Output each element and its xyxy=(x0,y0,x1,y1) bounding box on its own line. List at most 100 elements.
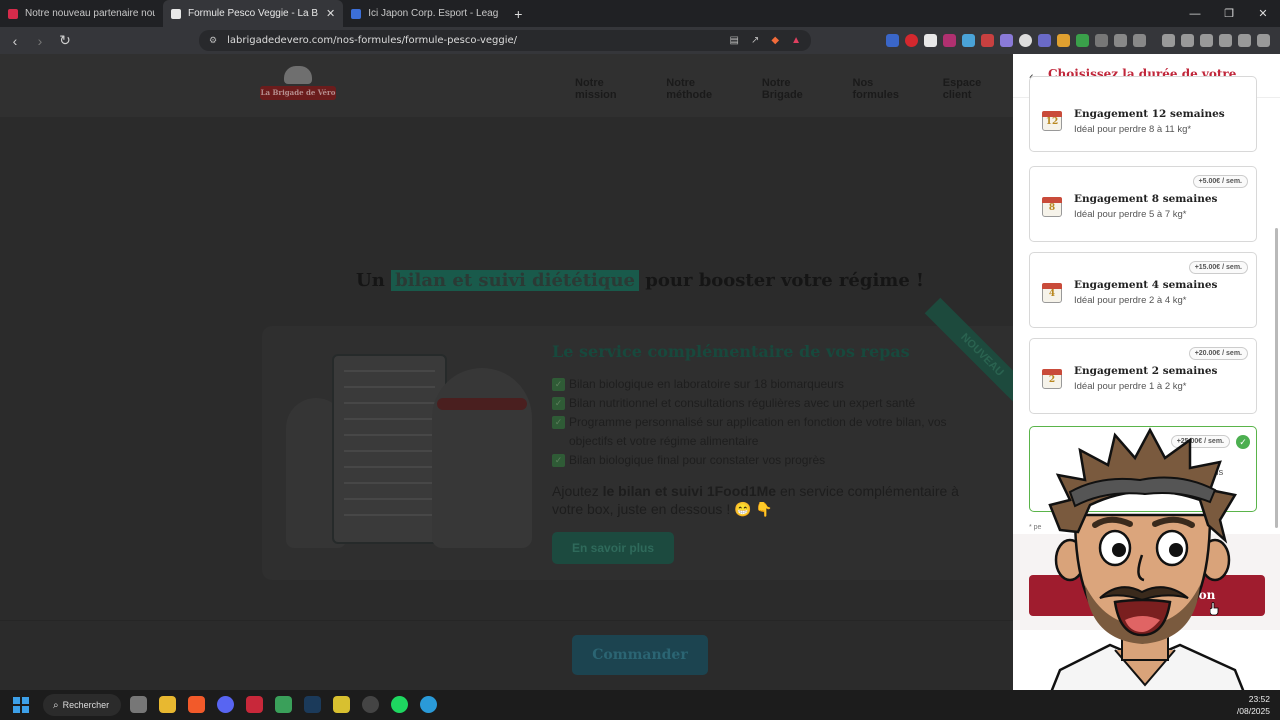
report-sheet-illustration xyxy=(332,354,447,544)
leo-icon[interactable] xyxy=(1219,34,1232,47)
extension-icon[interactable] xyxy=(886,34,899,47)
calendar-icon: 4 xyxy=(1042,283,1062,303)
tab-title: Ici Japon Corp. Esport - Leaguepedia xyxy=(368,8,499,19)
learn-more-button[interactable]: En savoir plus xyxy=(552,532,675,564)
new-tab-button[interactable]: + xyxy=(514,6,522,22)
logo-text: La Brigade de Véro xyxy=(260,86,336,100)
site-favicon-icon xyxy=(171,8,181,19)
checkmark-icon: ✓ xyxy=(552,454,565,467)
brave-shield-icon[interactable]: ◆ xyxy=(771,35,779,46)
browser-tab-3[interactable]: Ici Japon Corp. Esport - Leaguepedia xyxy=(343,0,506,27)
obs-icon[interactable] xyxy=(362,696,379,713)
windows-start-icon[interactable] xyxy=(13,697,29,713)
extension-icon[interactable] xyxy=(1038,34,1051,47)
browser-tab-1[interactable]: Notre nouveau partenaire nous ouvre xyxy=(0,0,163,27)
app-icon[interactable] xyxy=(333,696,350,713)
extension-icon[interactable] xyxy=(924,34,937,47)
price-badge: +5.00€ / sem. xyxy=(1192,175,1248,188)
url-text: labrigadedevero.com/nos-formules/formule… xyxy=(227,35,518,46)
headline-pre: Un xyxy=(356,270,385,291)
clock-time: 23:52 xyxy=(1248,694,1270,704)
nutrition-illustration xyxy=(282,348,542,558)
taskbar-search[interactable]: ⌕ Rechercher xyxy=(43,694,121,716)
drawer-scrollbar[interactable] xyxy=(1275,98,1279,578)
option-8-weeks[interactable]: +5.00€ / sem. 8 Engagement 8 semaines Id… xyxy=(1029,166,1257,242)
headline-post: pour booster votre régime ! xyxy=(645,270,924,291)
window-controls: — ❐ ✕ xyxy=(1178,0,1280,27)
discord-icon[interactable] xyxy=(217,696,234,713)
website-overlay[interactable]: La Brigade de Véro Notre mission Notre m… xyxy=(0,54,1013,690)
list-item: ✓ Bilan biologique en laboratoire sur 18 … xyxy=(552,375,972,394)
extension-icon[interactable] xyxy=(1057,34,1070,47)
extension-icon[interactable] xyxy=(1133,34,1146,47)
benefit-list: ✓ Bilan biologique en laboratoire sur 18 … xyxy=(552,375,972,470)
brave-icon[interactable] xyxy=(188,696,205,713)
brave-rewards-icon[interactable]: ▲ xyxy=(791,35,801,46)
option-2-weeks[interactable]: +20.00€ / sem. 2 Engagement 2 semaines I… xyxy=(1029,338,1257,414)
wallet-icon[interactable] xyxy=(1200,34,1213,47)
extensions-bar xyxy=(886,27,1270,54)
list-item: ✓ Bilan nutritionnel et consultations rég… xyxy=(552,394,972,413)
clock-date: /08/2025 xyxy=(1236,706,1270,716)
menu-icon[interactable] xyxy=(1257,34,1270,47)
close-tab-icon[interactable]: ✕ xyxy=(326,7,335,20)
app-icon[interactable] xyxy=(246,696,263,713)
forward-icon[interactable]: › xyxy=(30,33,50,49)
youtube-icon xyxy=(8,8,18,19)
task-view-icon[interactable] xyxy=(130,696,147,713)
order-button[interactable]: Commander xyxy=(572,635,708,675)
extension-icon[interactable] xyxy=(1019,34,1032,47)
chef-hat-icon xyxy=(284,66,312,84)
streamer-avatar xyxy=(1038,427,1257,720)
scrollbar-thumb[interactable] xyxy=(1275,228,1278,528)
back-icon[interactable]: ‹ xyxy=(5,33,25,49)
extension-icon[interactable] xyxy=(981,34,994,47)
extension-icon[interactable] xyxy=(1095,34,1108,47)
section-headline: Un bilan et suivi diététique pour booste… xyxy=(0,270,1013,291)
list-item-text: Bilan biologique final pour constater vo… xyxy=(569,453,826,467)
tab-title: Formule Pesco Veggie - La Brigade xyxy=(188,8,318,19)
calendar-icon: 8 xyxy=(1042,197,1062,217)
app-icon[interactable] xyxy=(275,696,292,713)
extension-icon[interactable] xyxy=(905,34,918,47)
minimize-button[interactable]: — xyxy=(1178,8,1212,20)
extension-icon[interactable] xyxy=(1076,34,1089,47)
site-header: La Brigade de Véro Notre mission Notre m… xyxy=(0,54,1013,117)
option-4-weeks[interactable]: +15.00€ / sem. 4 Engagement 4 semaines I… xyxy=(1029,252,1257,328)
browser-tab-bar: Notre nouveau partenaire nous ouvre Form… xyxy=(0,0,1280,27)
option-12-weeks[interactable]: 12 Engagement 12 semaines Idéal pour per… xyxy=(1029,76,1257,152)
browser-tab-2[interactable]: Formule Pesco Veggie - La Brigade ✕ xyxy=(163,0,344,27)
site-info-icon[interactable]: ⚙ xyxy=(209,35,217,46)
cta-pre: Ajoutez xyxy=(552,483,599,499)
option-desc: Idéal pour perdre 5 à 7 kg* xyxy=(1074,209,1187,220)
taskbar-apps xyxy=(130,696,437,713)
extension-icon[interactable] xyxy=(1000,34,1013,47)
reload-icon[interactable]: ↻ xyxy=(55,32,75,49)
music-icon[interactable] xyxy=(1162,34,1175,47)
file-explorer-icon[interactable] xyxy=(159,696,176,713)
nav-mission[interactable]: Notre mission xyxy=(575,77,648,101)
url-input[interactable]: ⚙ labrigadedevero.com/nos-formules/formu… xyxy=(199,30,811,51)
card-body: Le service complémentaire de vos repas ✓… xyxy=(552,342,972,564)
extension-icon[interactable] xyxy=(962,34,975,47)
spotify-icon[interactable] xyxy=(391,696,408,713)
option-desc: Idéal pour perdre 1 à 2 kg* xyxy=(1074,381,1187,392)
search-icon: ⌕ xyxy=(53,699,59,711)
nav-formules[interactable]: Nos formules xyxy=(853,77,923,101)
maximize-button[interactable]: ❐ xyxy=(1212,7,1246,20)
reader-mode-icon[interactable]: ▤ xyxy=(730,35,739,46)
nav-espace-client[interactable]: Espace client xyxy=(943,77,1013,101)
sidebar-icon[interactable] xyxy=(1181,34,1194,47)
site-logo[interactable]: La Brigade de Véro xyxy=(260,64,336,109)
nav-brigade[interactable]: Notre Brigade xyxy=(762,77,835,101)
steam-icon[interactable] xyxy=(304,696,321,713)
puzzle-icon[interactable] xyxy=(1114,34,1127,47)
vpn-icon[interactable] xyxy=(1238,34,1251,47)
share-icon[interactable]: ↗ xyxy=(751,35,759,46)
service-card: Le service complémentaire de vos repas ✓… xyxy=(262,297,1013,580)
extension-icon[interactable] xyxy=(943,34,956,47)
close-window-button[interactable]: ✕ xyxy=(1246,7,1280,20)
system-clock[interactable]: 23:52 /08/2025 xyxy=(1237,693,1270,717)
nav-methode[interactable]: Notre méthode xyxy=(666,77,744,101)
edge-icon[interactable] xyxy=(420,696,437,713)
